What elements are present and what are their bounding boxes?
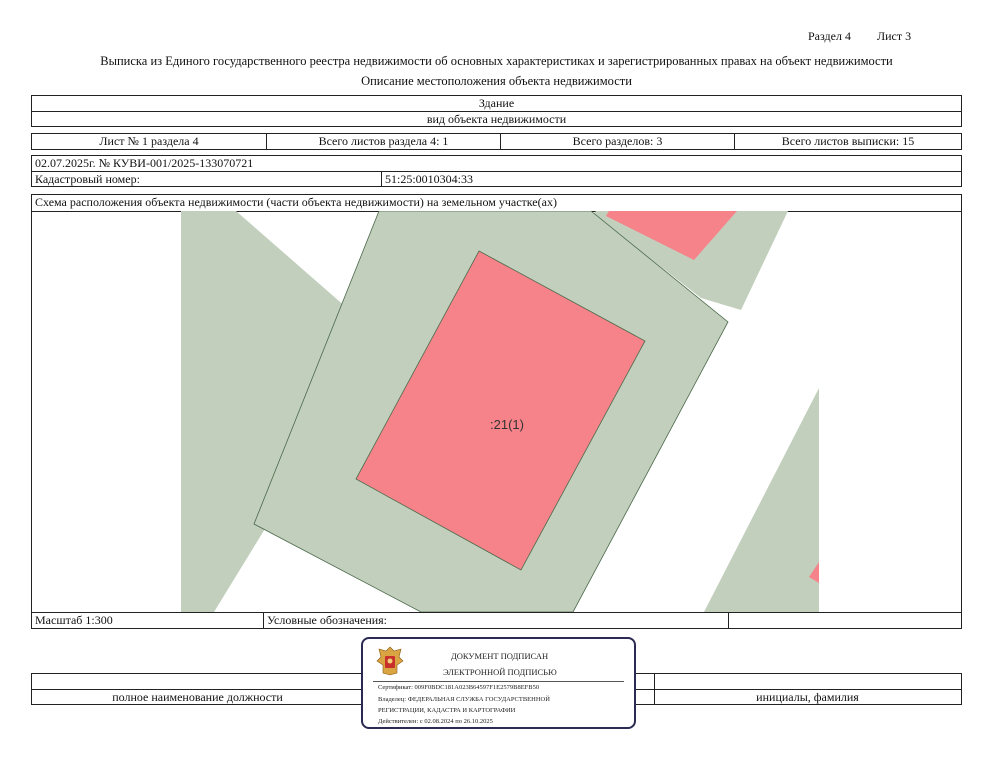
document-title: Выписка из Единого государственного реес… — [100, 54, 893, 68]
stamp-valid: Действителен: с 02.08.2024 по 26.10.2025 — [378, 718, 493, 725]
initials-caption: инициалы, фамилия — [756, 690, 859, 704]
sheet-number: Лист 3 — [877, 29, 912, 43]
stamp-line1: ДОКУМЕНТ ПОДПИСАН — [451, 651, 549, 661]
record-box: 02.07.2025г. № КУВИ-001/2025-133070721 К… — [31, 155, 962, 187]
record-date-number: 02.07.2025г. № КУВИ-001/2025-133070721 — [32, 156, 961, 172]
sheet-no: Лист № 1 раздела 4 — [32, 134, 267, 149]
scheme-map — [181, 211, 819, 612]
cadastral-label: Кадастровый номер: — [32, 172, 382, 187]
counts-row: Лист № 1 раздела 4 Всего листов раздела … — [31, 133, 962, 150]
signature-stamp: ДОКУМЕНТ ПОДПИСАН ЭЛЕКТРОННОЙ ПОДПИСЬЮ С… — [361, 637, 636, 729]
emblem-icon — [376, 646, 404, 676]
sheets-total: Всего листов выписки: 15 — [781, 134, 915, 148]
object-type-box: Здание вид объекта недвижимости — [31, 95, 962, 127]
parcel-bottom-right — [704, 388, 819, 612]
legend-extra — [729, 613, 961, 629]
scheme-title: Схема расположения объекта недвижимости … — [32, 195, 961, 212]
building-label: :21(1) — [490, 417, 524, 432]
stamp-line2: ЭЛЕКТРОННОЙ ПОДПИСЬЮ — [443, 667, 557, 677]
stamp-owner1: Владелец: ФЕДЕРАЛЬНАЯ СЛУЖБА ГОСУДАРСТВЕ… — [378, 696, 550, 703]
section-number: Раздел 4 — [808, 29, 851, 43]
position-caption: полное наименование должности — [112, 690, 283, 704]
object-type-value: Здание — [32, 96, 961, 112]
stamp-owner2: РЕГИСТРАЦИИ, КАДАСТРА И КАРТОГРАФИИ — [378, 707, 516, 714]
cadastral-value: 51:25:0010304:33 — [385, 172, 474, 186]
scheme-footer: Масштаб 1:300 Условные обозначения: — [32, 612, 961, 629]
scale: Масштаб 1:300 — [32, 613, 264, 629]
scheme-box: Схема расположения объекта недвижимости … — [31, 194, 962, 629]
document-subtitle: Описание местоположения объекта недвижим… — [361, 74, 632, 88]
sections-total: Всего разделов: 3 — [501, 134, 735, 149]
object-type-label: вид объекта недвижимости — [426, 112, 567, 126]
stamp-cert: Сертификат: 009F0BDC181A023B64597F1E2579… — [378, 684, 540, 691]
legend-label: Условные обозначения: — [264, 613, 729, 629]
sheets-in-section: Всего листов раздела 4: 1 — [267, 134, 501, 149]
